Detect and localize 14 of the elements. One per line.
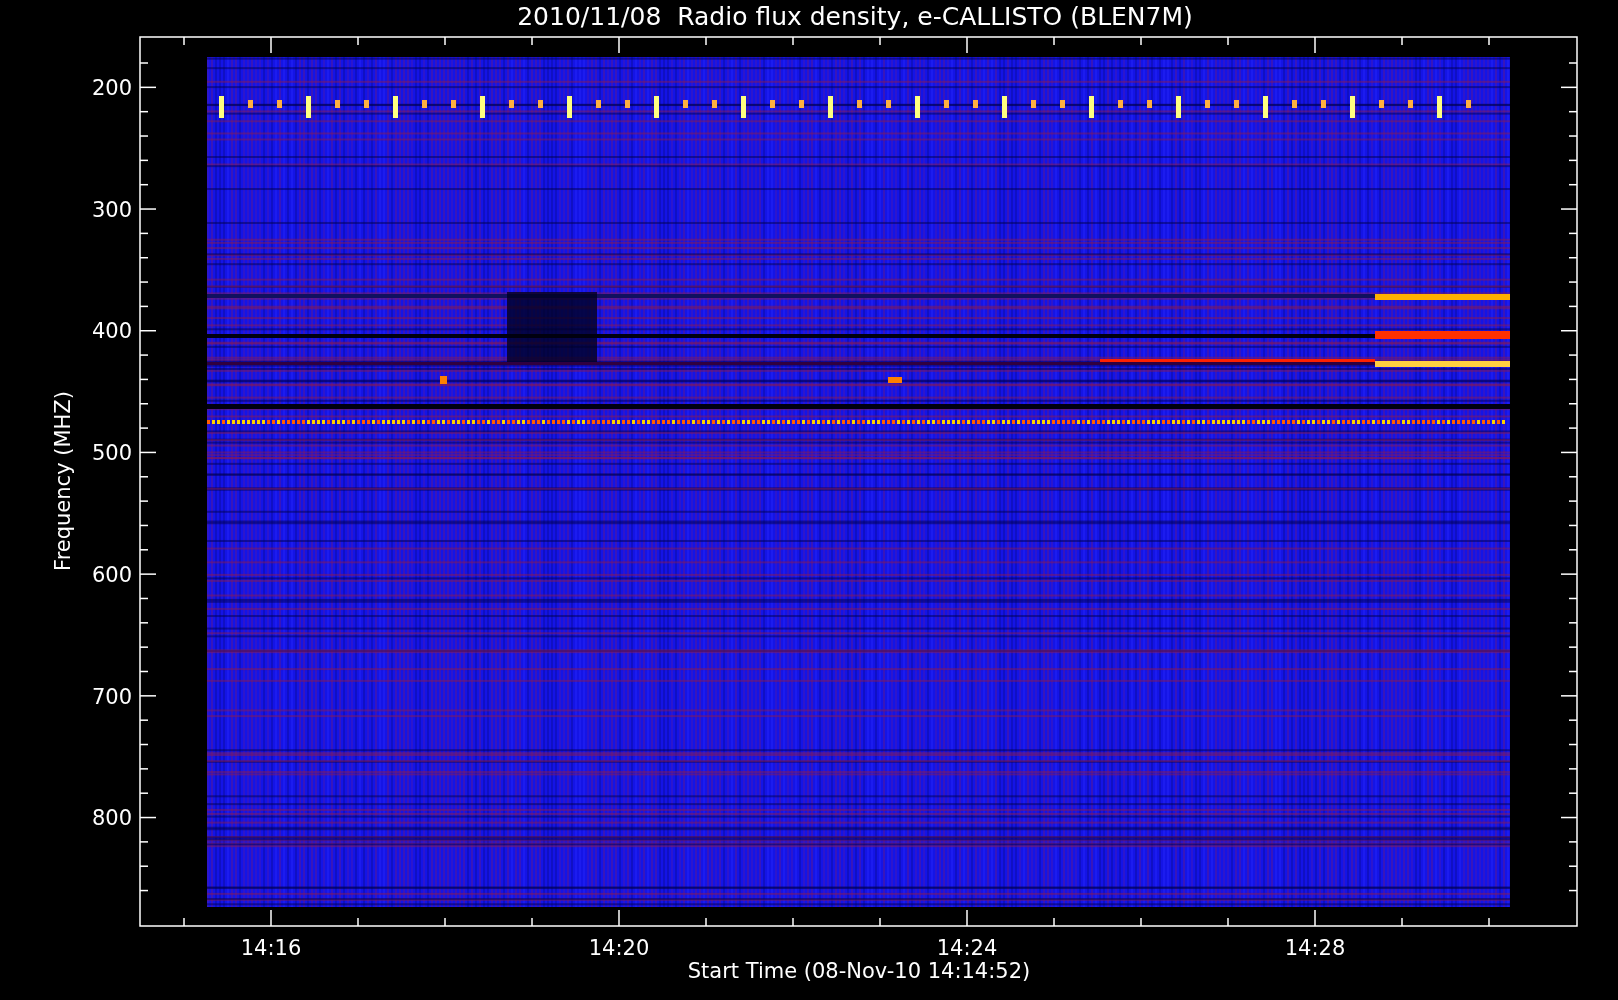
- y-tick-label: 600: [91, 562, 132, 587]
- x-tick-label: 14:20: [588, 936, 650, 960]
- y-tick-label: 200: [91, 76, 132, 100]
- y-tick-label: 800: [91, 806, 132, 831]
- y-tick-label: 300: [91, 197, 132, 222]
- x-axis-label: Start Time (08-Nov-10 14:14:52): [687, 959, 1031, 983]
- chart-title: 2010/11/08 Radio flux density, e-CALLISTO (BLEN7M): [517, 2, 1193, 31]
- x-tick-label: 14:16: [240, 936, 302, 960]
- x-tick-label: 14:24: [936, 936, 998, 960]
- y-axis-label: Frequency (MHZ): [51, 391, 75, 571]
- y-tick-label: 700: [91, 684, 132, 709]
- x-tick-label: 14:28: [1284, 936, 1346, 960]
- y-tick-label: 500: [91, 441, 132, 466]
- y-tick-label: 400: [91, 319, 132, 344]
